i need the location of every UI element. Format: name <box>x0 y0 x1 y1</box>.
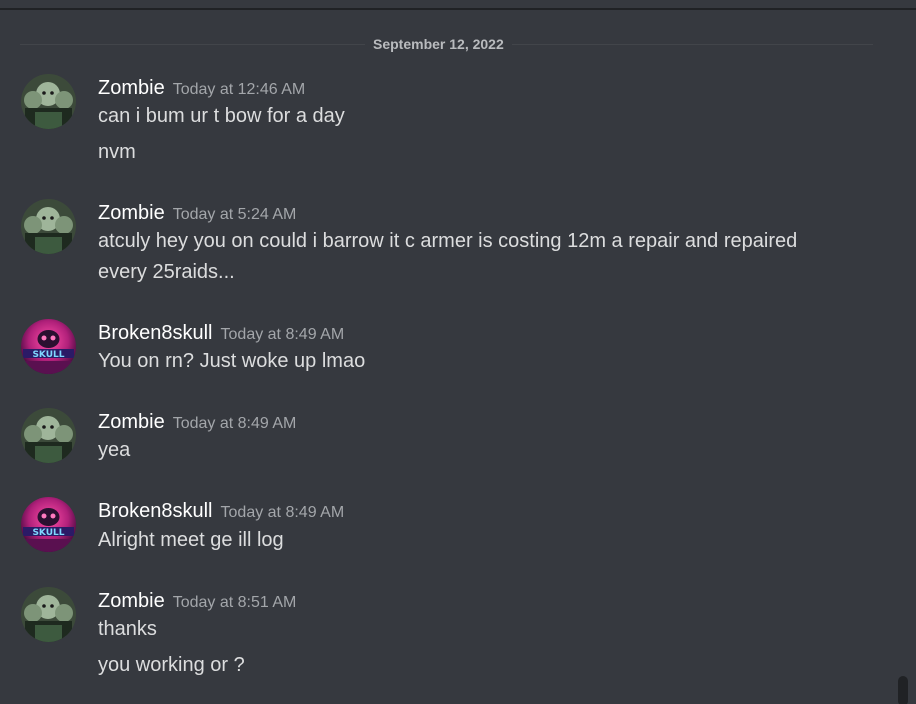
skull-avatar[interactable]: SKULL <box>21 319 76 374</box>
skull-logo-text: SKULL <box>32 528 64 538</box>
message-text: nvm <box>98 141 136 163</box>
message-author[interactable]: Zombie <box>98 202 165 224</box>
message-author[interactable]: Zombie <box>98 411 165 433</box>
skull-avatar[interactable]: SKULL <box>21 497 76 552</box>
message-text: You on rn? Just woke up lmao <box>98 350 366 372</box>
zombie-avatar[interactable] <box>21 74 76 129</box>
message-text: yea <box>98 439 131 461</box>
message-author[interactable]: Broken8skull <box>98 322 213 344</box>
message-timestamp[interactable]: Today at 8:49 AM <box>173 415 297 432</box>
message-text: atculy hey you on could i barrow it c ar… <box>98 230 798 252</box>
message-author[interactable]: Broken8skull <box>98 500 213 522</box>
message-timestamp[interactable]: Today at 8:49 AM <box>221 504 345 521</box>
message-text: every 25raids... <box>98 261 235 283</box>
message-text: Alright meet ge ill log <box>98 529 284 551</box>
chat-window: September 12, 2022 Zombie Today at 12:46 … <box>0 0 916 704</box>
zombie-avatar[interactable] <box>21 587 76 642</box>
message-author[interactable]: Zombie <box>98 590 165 612</box>
date-divider-label: September 12, 2022 <box>365 34 512 54</box>
message-timestamp[interactable]: Today at 8:49 AM <box>221 326 345 343</box>
message-timestamp[interactable]: Today at 5:24 AM <box>173 206 297 223</box>
message-author[interactable]: Zombie <box>98 77 165 99</box>
message-text: can i bum ur t bow for a day <box>98 105 345 127</box>
skull-logo-text: SKULL <box>32 350 64 360</box>
channel-header-edge <box>0 0 916 10</box>
zombie-avatar[interactable] <box>21 199 76 254</box>
scrollbar-thumb[interactable] <box>898 676 908 704</box>
message-timestamp[interactable]: Today at 8:51 AM <box>173 594 297 611</box>
zombie-avatar[interactable] <box>21 408 76 463</box>
message-timestamp[interactable]: Today at 12:46 AM <box>173 81 306 98</box>
message-text: thanks <box>98 618 157 640</box>
message-text: you working or ? <box>98 654 245 676</box>
